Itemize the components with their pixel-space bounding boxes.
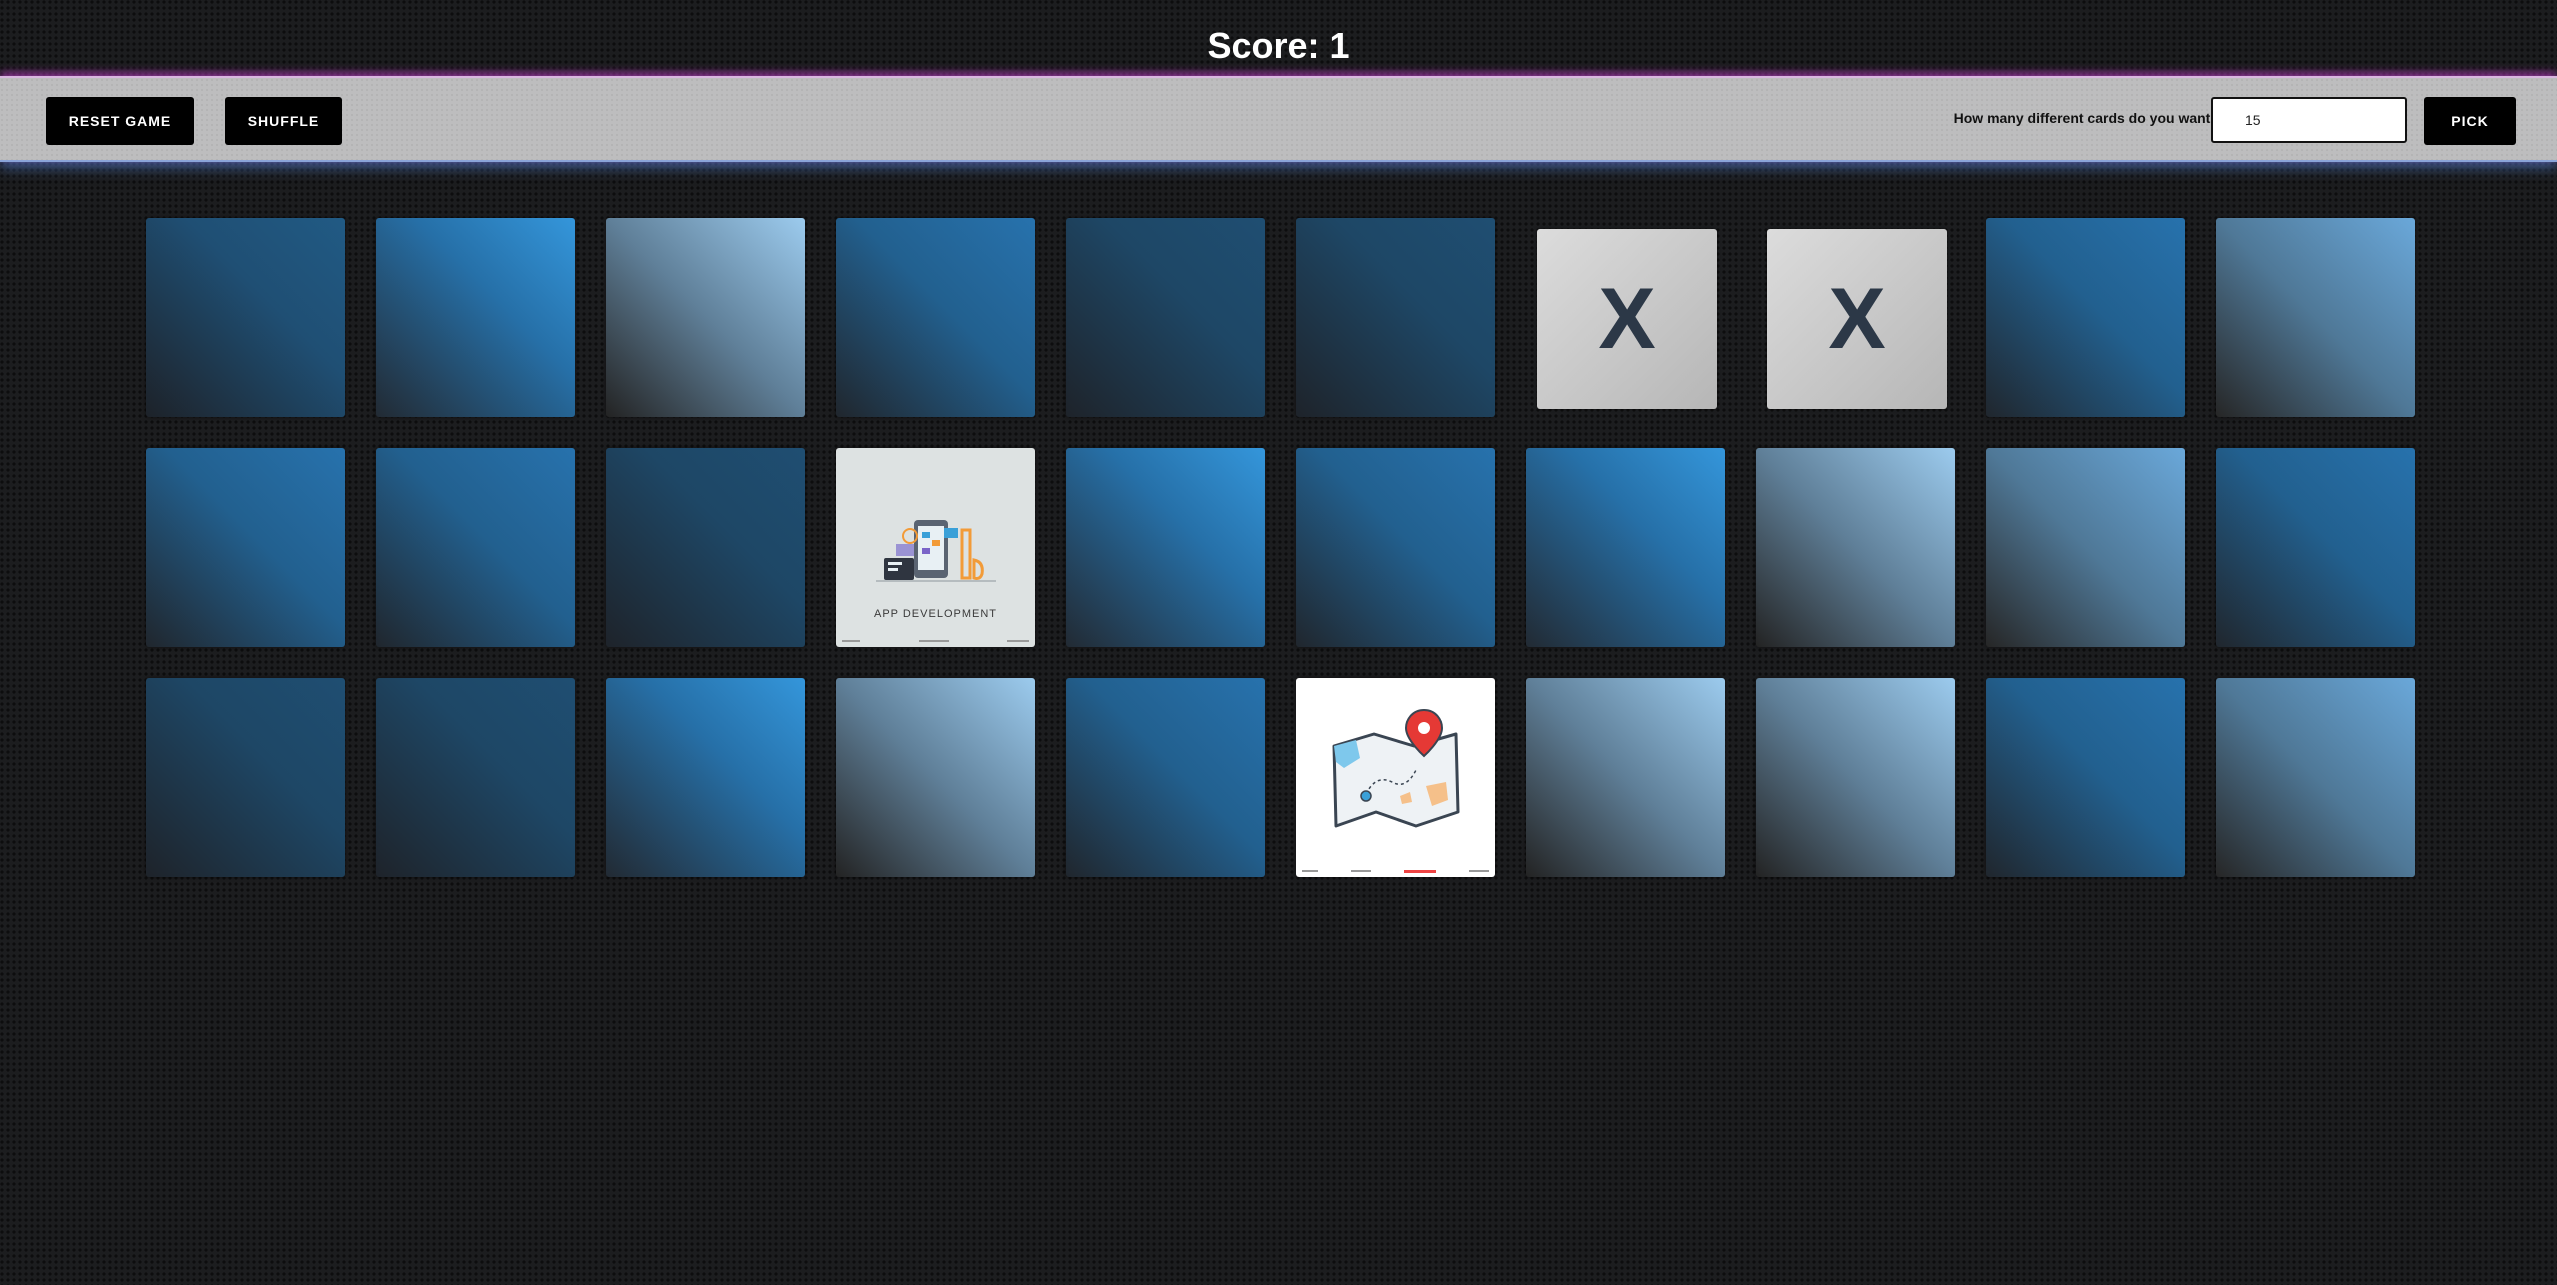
card-slot: [2216, 218, 2415, 417]
card-footer: [1302, 868, 1489, 874]
card-matched: X: [1767, 229, 1947, 409]
card-revealed-app-development[interactable]: APP DEVELOPMENT: [836, 448, 1035, 647]
matched-x-mark: X: [1598, 271, 1656, 367]
card-slot: [1066, 678, 1265, 877]
shuffle-button[interactable]: SHUFFLE: [225, 97, 342, 145]
card-grid: X X APP DEVELOPMENT: [146, 218, 2416, 877]
matched-x-mark: X: [1828, 271, 1886, 367]
card-face-down[interactable]: [1296, 218, 1495, 417]
card-face-down[interactable]: [376, 218, 575, 417]
pick-button[interactable]: PICK: [2424, 97, 2516, 145]
card-footer: [842, 638, 1029, 644]
card-slot: [1986, 678, 2185, 877]
card-face-down[interactable]: [1296, 448, 1495, 647]
card-slot: [1986, 218, 2185, 417]
card-face-down[interactable]: [376, 678, 575, 877]
card-face-down[interactable]: [1526, 678, 1725, 877]
card-slot: [146, 218, 345, 417]
card-face-down[interactable]: [146, 218, 345, 417]
card-slot: [606, 678, 805, 877]
card-face-down[interactable]: [2216, 218, 2415, 417]
score-display: Score: 1: [1207, 25, 1350, 66]
card-slot: [376, 678, 575, 877]
footer-mark: [1351, 870, 1371, 872]
footer-mark: [842, 640, 860, 642]
card-slot: [2216, 678, 2415, 877]
card-slot: [1756, 448, 1955, 647]
card-slot: [1986, 448, 2185, 647]
card-face-down[interactable]: [1986, 218, 2185, 417]
reset-game-button[interactable]: RESET GAME: [46, 97, 194, 145]
card-slot: [2216, 448, 2415, 647]
footer-mark: [1007, 640, 1029, 642]
card-slot: [376, 218, 575, 417]
card-slot: [146, 448, 345, 647]
card-face-down[interactable]: [606, 448, 805, 647]
map-pin-icon: [1332, 708, 1460, 828]
card-face-down[interactable]: [146, 448, 345, 647]
card-slot: [606, 218, 805, 417]
card-matched: X: [1537, 229, 1717, 409]
footer-mark: [1469, 870, 1489, 872]
toolbar: RESET GAME SHUFFLE How many different ca…: [0, 76, 2557, 162]
card-face-down[interactable]: [836, 218, 1035, 417]
card-face-down[interactable]: [836, 678, 1035, 877]
card-face-down[interactable]: [1066, 678, 1265, 877]
card-slot: [1296, 448, 1495, 647]
card-face-down[interactable]: [2216, 678, 2415, 877]
card-face-down[interactable]: [606, 218, 805, 417]
card-count-input[interactable]: [2211, 97, 2407, 143]
card-face-down[interactable]: [2216, 448, 2415, 647]
footer-mark: [1302, 870, 1318, 872]
footer-brand: [1404, 869, 1436, 873]
card-face-down[interactable]: [1066, 448, 1265, 647]
card-slot: [836, 678, 1035, 877]
card-slot: [1526, 678, 1725, 877]
card-slot: X: [1526, 218, 1725, 417]
card-face-down[interactable]: [1986, 678, 2185, 877]
footer-mark: [918, 640, 949, 642]
card-face-down[interactable]: [376, 448, 575, 647]
card-revealed-map-location[interactable]: [1296, 678, 1495, 877]
card-caption: APP DEVELOPMENT: [874, 608, 997, 620]
card-slot: X: [1756, 218, 1955, 417]
card-face-down[interactable]: [1986, 448, 2185, 647]
card-slot: APP DEVELOPMENT: [836, 448, 1035, 647]
card-slot: [1296, 678, 1495, 877]
card-count-label: How many different cards do you want:: [1953, 110, 2215, 126]
card-face-down[interactable]: [1756, 678, 1955, 877]
card-face-down[interactable]: [146, 678, 345, 877]
card-face-down[interactable]: [1756, 448, 1955, 647]
card-slot: [146, 678, 345, 877]
card-slot: [1066, 218, 1265, 417]
card-slot: [1756, 678, 1955, 877]
card-slot: [606, 448, 805, 647]
card-slot: [1526, 448, 1725, 647]
card-slot: [1296, 218, 1495, 417]
card-face-down[interactable]: [1066, 218, 1265, 417]
card-slot: [1066, 448, 1265, 647]
card-slot: [376, 448, 575, 647]
card-face-down[interactable]: [606, 678, 805, 877]
card-slot: [836, 218, 1035, 417]
card-face-down[interactable]: [1526, 448, 1725, 647]
